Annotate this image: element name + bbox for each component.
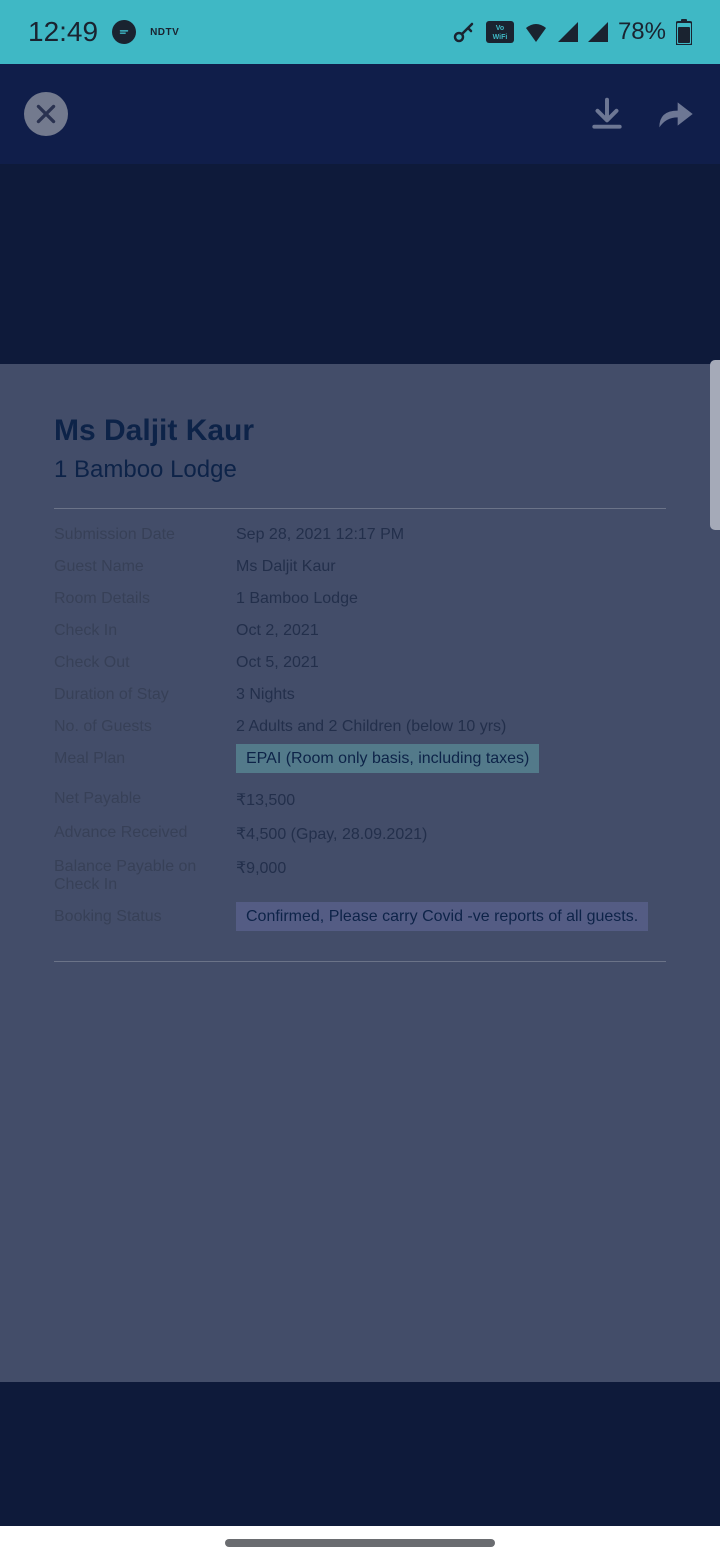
value-guest-name: Ms Daljit Kaur <box>236 558 336 576</box>
viewer-toolbar <box>0 64 720 164</box>
value-net-payable: ₹13,500 <box>236 790 295 810</box>
booking-document: Ms Daljit Kaur 1 Bamboo Lodge Submission… <box>0 364 720 1382</box>
label-booking-status: Booking Status <box>54 908 236 926</box>
download-button[interactable] <box>588 95 626 133</box>
row-net-payable: Net Payable ₹13,500 <box>54 783 666 817</box>
notification-icon <box>112 20 136 44</box>
value-room-details: 1 Bamboo Lodge <box>236 590 358 608</box>
row-room-details: Room Details 1 Bamboo Lodge <box>54 583 666 615</box>
label-room-details: Room Details <box>54 590 236 608</box>
label-check-out: Check Out <box>54 654 236 672</box>
close-button[interactable] <box>24 92 68 136</box>
value-check-out: Oct 5, 2021 <box>236 654 319 672</box>
row-check-out: Check Out Oct 5, 2021 <box>54 647 666 679</box>
home-indicator[interactable] <box>225 1539 495 1547</box>
document-viewport[interactable]: Ms Daljit Kaur 1 Bamboo Lodge Submission… <box>0 364 720 1382</box>
ndtv-label: NDTV <box>150 27 179 38</box>
share-button[interactable] <box>656 97 696 131</box>
row-submission-date: Submission Date Sep 28, 2021 12:17 PM <box>54 519 666 551</box>
label-advance: Advance Received <box>54 824 236 842</box>
value-submission-date: Sep 28, 2021 12:17 PM <box>236 526 404 544</box>
download-icon <box>588 95 626 133</box>
share-icon <box>656 97 696 131</box>
label-net-payable: Net Payable <box>54 790 236 808</box>
label-guests: No. of Guests <box>54 718 236 736</box>
row-advance: Advance Received ₹4,500 (Gpay, 28.09.202… <box>54 817 666 851</box>
row-duration: Duration of Stay 3 Nights <box>54 679 666 711</box>
status-bar-left: 12:49 NDTV <box>28 16 179 48</box>
room-subtitle: 1 Bamboo Lodge <box>54 456 666 484</box>
row-meal-plan: Meal Plan EPAI (Room only basis, includi… <box>54 743 666 775</box>
value-meal-plan-badge: EPAI (Room only basis, including taxes) <box>236 744 539 773</box>
label-duration: Duration of Stay <box>54 686 236 704</box>
key-icon <box>452 20 476 44</box>
spacer <box>0 164 720 364</box>
svg-text:WiFi: WiFi <box>493 34 508 41</box>
guest-title: Ms Daljit Kaur <box>54 414 666 448</box>
value-check-in: Oct 2, 2021 <box>236 622 319 640</box>
battery-icon <box>676 19 692 45</box>
bottom-spacer <box>0 1382 720 1526</box>
status-bar: 12:49 NDTV Vo WiFi 78% <box>0 0 720 64</box>
signal-icon-2 <box>588 22 608 42</box>
row-check-in: Check In Oct 2, 2021 <box>54 615 666 647</box>
value-booking-status-badge: Confirmed, Please carry Covid -ve report… <box>236 902 648 931</box>
toolbar-actions <box>588 95 696 133</box>
scrollbar[interactable] <box>710 360 720 530</box>
row-guests: No. of Guests 2 Adults and 2 Children (b… <box>54 711 666 743</box>
label-guest-name: Guest Name <box>54 558 236 576</box>
label-balance: Balance Payable on Check In <box>54 858 236 894</box>
label-check-in: Check In <box>54 622 236 640</box>
close-icon <box>33 101 59 127</box>
svg-text:Vo: Vo <box>496 25 504 32</box>
value-advance: ₹4,500 (Gpay, 28.09.2021) <box>236 824 427 844</box>
row-balance: Balance Payable on Check In ₹9,000 <box>54 851 666 901</box>
value-guests: 2 Adults and 2 Children (below 10 yrs) <box>236 718 506 736</box>
status-bar-right: Vo WiFi 78% <box>452 18 692 46</box>
battery-percent: 78% <box>618 18 666 46</box>
divider-bottom <box>54 961 666 962</box>
vowifi-icon: Vo WiFi <box>486 21 514 43</box>
label-submission-date: Submission Date <box>54 526 236 544</box>
divider <box>54 508 666 509</box>
row-booking-status: Booking Status Confirmed, Please carry C… <box>54 901 666 933</box>
wifi-icon <box>524 22 548 42</box>
row-guest-name: Guest Name Ms Daljit Kaur <box>54 551 666 583</box>
status-time: 12:49 <box>28 16 98 48</box>
nav-bar <box>0 1526 720 1560</box>
label-meal-plan: Meal Plan <box>54 750 236 768</box>
value-balance: ₹9,000 <box>236 858 286 878</box>
value-duration: 3 Nights <box>236 686 295 704</box>
signal-icon-1 <box>558 22 578 42</box>
